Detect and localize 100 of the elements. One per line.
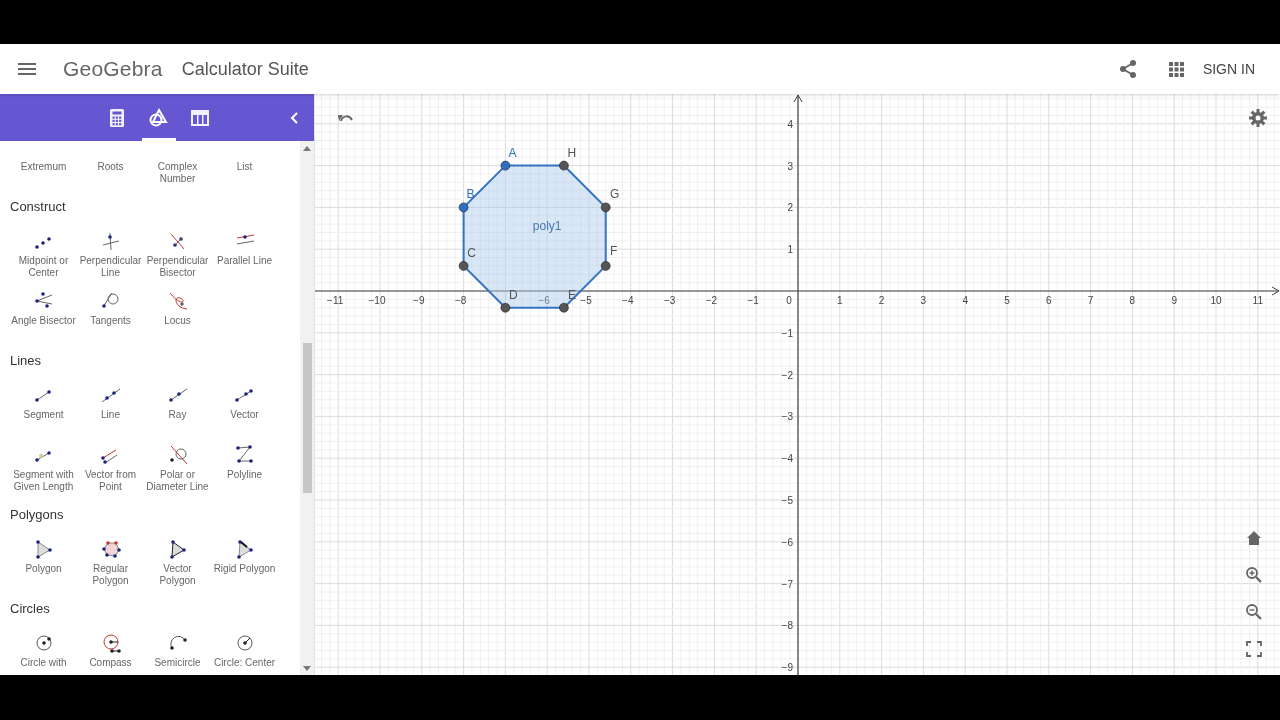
axis-tick-label: −9 [781, 662, 793, 674]
axis-tick-label: −4 [781, 453, 793, 465]
axis-tick-label: −1 [747, 295, 759, 306]
table-icon [190, 107, 210, 128]
axis-tick-label: −11 [327, 295, 344, 306]
axis-tick-label: −8 [454, 295, 467, 306]
tool-icon [233, 444, 256, 466]
axis-tick-label: −2 [781, 369, 793, 381]
settings-button[interactable] [1248, 108, 1268, 128]
fullscreen-icon [1246, 641, 1262, 657]
tool-item[interactable]: Vector Polygon [144, 535, 211, 595]
zoom-in-button[interactable] [1244, 565, 1264, 585]
scroll-thumb[interactable] [302, 343, 312, 493]
tool-item[interactable]: Compass [77, 629, 144, 675]
tool-item[interactable]: Semicircle [144, 629, 211, 675]
axis-tick-label: 6 [1046, 295, 1052, 306]
section-heading: Construct [9, 198, 67, 216]
axis-tick-label: 4 [787, 118, 793, 130]
axis-tick-label: 2 [878, 295, 885, 306]
geometry-icon [149, 107, 169, 128]
section-heading: Circles [9, 600, 51, 618]
axis-tick-label: −1 [781, 327, 793, 339]
axis-tick-label: 7 [1087, 295, 1094, 306]
point-label: A [508, 145, 517, 160]
point[interactable] [500, 302, 511, 313]
axis-tick-label: 5 [1004, 295, 1010, 306]
axis-tick-label: −7 [781, 578, 793, 590]
tool-item[interactable]: Circle: Center [211, 629, 278, 675]
app-title: Calculator Suite [181, 58, 309, 80]
axis-tick-label: 3 [787, 160, 793, 172]
axis-tick-label: 3 [920, 295, 927, 306]
point[interactable] [458, 261, 469, 271]
axis-tick-label: −6 [538, 295, 550, 306]
axis-tick-label: 9 [1171, 295, 1177, 306]
polygon-label: poly1 [532, 219, 562, 234]
axis-tick-label: 8 [1129, 295, 1136, 306]
axis-tick-label: −10 [368, 295, 386, 306]
tool-item[interactable]: Vector [211, 381, 278, 441]
point[interactable] [458, 202, 469, 213]
menu-icon [18, 62, 36, 76]
scroll-bar[interactable] [300, 141, 314, 675]
sign-in-button[interactable]: SIGN IN [1196, 55, 1261, 83]
zoom-out-button[interactable] [1244, 602, 1264, 622]
axis-tick-label: −8 [781, 620, 793, 632]
point-label: F [610, 243, 618, 258]
point-label: E [567, 287, 576, 302]
settings-icon [1249, 109, 1267, 127]
point-label: D [509, 287, 518, 302]
tool-item[interactable]: Segment with Given Length [10, 441, 77, 501]
point-label: B [466, 187, 475, 202]
tool-item[interactable]: Midpoint or Center [10, 227, 77, 287]
zoom-in-icon [1246, 567, 1262, 583]
tool-item[interactable]: Polar or Diameter Line [144, 441, 211, 501]
tool-item[interactable]: Extremum [10, 141, 77, 193]
axis-tick-label: 0 [786, 295, 792, 306]
tool-item[interactable]: Parallel Line [211, 227, 278, 287]
tool-item[interactable]: Tangents [77, 287, 144, 347]
section-heading: Lines [9, 352, 43, 370]
point[interactable] [559, 160, 569, 171]
tool-item[interactable]: List [211, 141, 278, 193]
point-label: H [567, 145, 577, 160]
apps-grid-icon [1169, 61, 1185, 77]
tool-item[interactable]: Perpendicular Bisector [144, 227, 211, 287]
tool-item[interactable]: Circle with [10, 629, 77, 675]
axis-tick-label: −9 [413, 295, 425, 306]
axis-tick-label: −5 [580, 295, 592, 306]
tool-item[interactable]: Vector from Point [77, 441, 144, 501]
section-heading: Polygons [9, 506, 65, 524]
tool-item[interactable]: Complex Number [144, 141, 211, 193]
tool-item[interactable]: Ray [144, 381, 211, 441]
fullscreen-button[interactable] [1244, 639, 1264, 659]
tool-item[interactable]: Roots [77, 141, 144, 193]
share-icon [1118, 59, 1137, 79]
axis-tick-label: −3 [663, 295, 676, 306]
scroll-up-icon[interactable] [303, 146, 311, 151]
tool-item[interactable]: Locus [144, 287, 211, 347]
tool-item[interactable]: Line [77, 381, 144, 441]
tool-item[interactable]: Polygon [10, 535, 77, 595]
point[interactable] [600, 202, 611, 213]
point[interactable] [600, 261, 611, 271]
axis-tick-label: 1 [787, 244, 793, 256]
axis-tick-label: 2 [787, 202, 793, 214]
axis-tick-label: 11 [1252, 295, 1263, 306]
point-label: G [610, 187, 620, 202]
axis-tick-label: −3 [781, 411, 793, 423]
tool-item[interactable]: Segment [10, 381, 77, 441]
point[interactable] [559, 302, 569, 313]
tool-item[interactable]: Perpendicular Line [77, 227, 144, 287]
axis-tick-label: −4 [622, 295, 634, 306]
tool-item[interactable]: Rigid Polygon [211, 535, 278, 595]
tool-icon [99, 538, 122, 560]
point-label: C [467, 245, 476, 260]
tool-item[interactable]: Regular Polygon [77, 535, 144, 595]
scroll-down-icon[interactable] [303, 666, 311, 671]
tool-item[interactable]: Angle Bisector [10, 287, 77, 347]
tool-item[interactable]: Polyline [211, 441, 278, 501]
zoom-out-icon [1246, 604, 1262, 620]
axis-tick-label: 1 [837, 295, 843, 306]
point[interactable] [500, 160, 511, 171]
axis-tick-label: 4 [962, 295, 968, 306]
